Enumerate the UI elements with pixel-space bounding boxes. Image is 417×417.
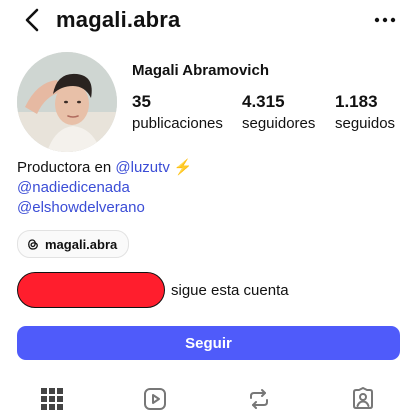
profile-avatar[interactable] [17,52,117,152]
avatar-photo [17,52,117,152]
profile-bio: Productora en @luzutv ⚡ @nadiedicenada @e… [17,158,193,218]
mention-link[interactable]: @nadiedicenada [17,178,193,198]
bio-line-1: Productora en @luzutv ⚡ [17,158,193,178]
tagged-person-icon [353,387,373,409]
stat-followers-label: seguidores [242,115,316,132]
tab-tagged[interactable] [346,382,380,416]
stat-following-label: seguidos [335,115,396,132]
redacted-follower-names [17,272,165,308]
mention-link[interactable]: @luzutv [115,159,169,176]
bio-text: Productora en [17,159,116,176]
more-options-button[interactable] [371,8,399,32]
stat-posts-value: 35 [132,92,151,111]
tab-reposts[interactable] [242,382,276,416]
threads-handle: magali.abra [45,236,118,252]
threads-icon [28,238,38,250]
stat-following-value: 1.183 [335,92,378,111]
stat-posts[interactable]: 35 publicaciones [132,92,223,134]
reposts-icon [250,389,268,409]
tab-reels[interactable] [138,382,172,416]
chevron-left-icon [25,8,39,32]
top-bar: magali.abra [0,0,417,42]
stat-posts-label: publicaciones [132,115,223,132]
threads-profile-chip[interactable]: magali.abra [17,230,130,258]
lightning-emoji: ⚡ [173,159,193,176]
mutual-followers[interactable]: sigue esta cuenta [17,272,289,308]
stat-followers-value: 4.315 [242,92,285,111]
grid-icon [41,388,63,410]
follow-button[interactable]: Seguir [17,326,400,360]
display-name: Magali Abramovich [132,62,269,79]
profile-tabs [0,378,417,417]
profile-page: magali.abra Magali Abramovich 35 publica… [0,0,417,417]
more-horizontal-icon [374,17,396,23]
mention-link[interactable]: @elshowdelverano [17,198,193,218]
stat-followers[interactable]: 4.315 seguidores [242,92,315,134]
tab-posts-grid[interactable] [35,382,69,416]
stat-following[interactable]: 1.183 seguidos [335,92,395,134]
profile-username: magali.abra [56,7,181,32]
back-button[interactable] [18,6,46,34]
reels-play-icon [144,388,166,410]
followed-by-text: sigue esta cuenta [171,281,289,299]
